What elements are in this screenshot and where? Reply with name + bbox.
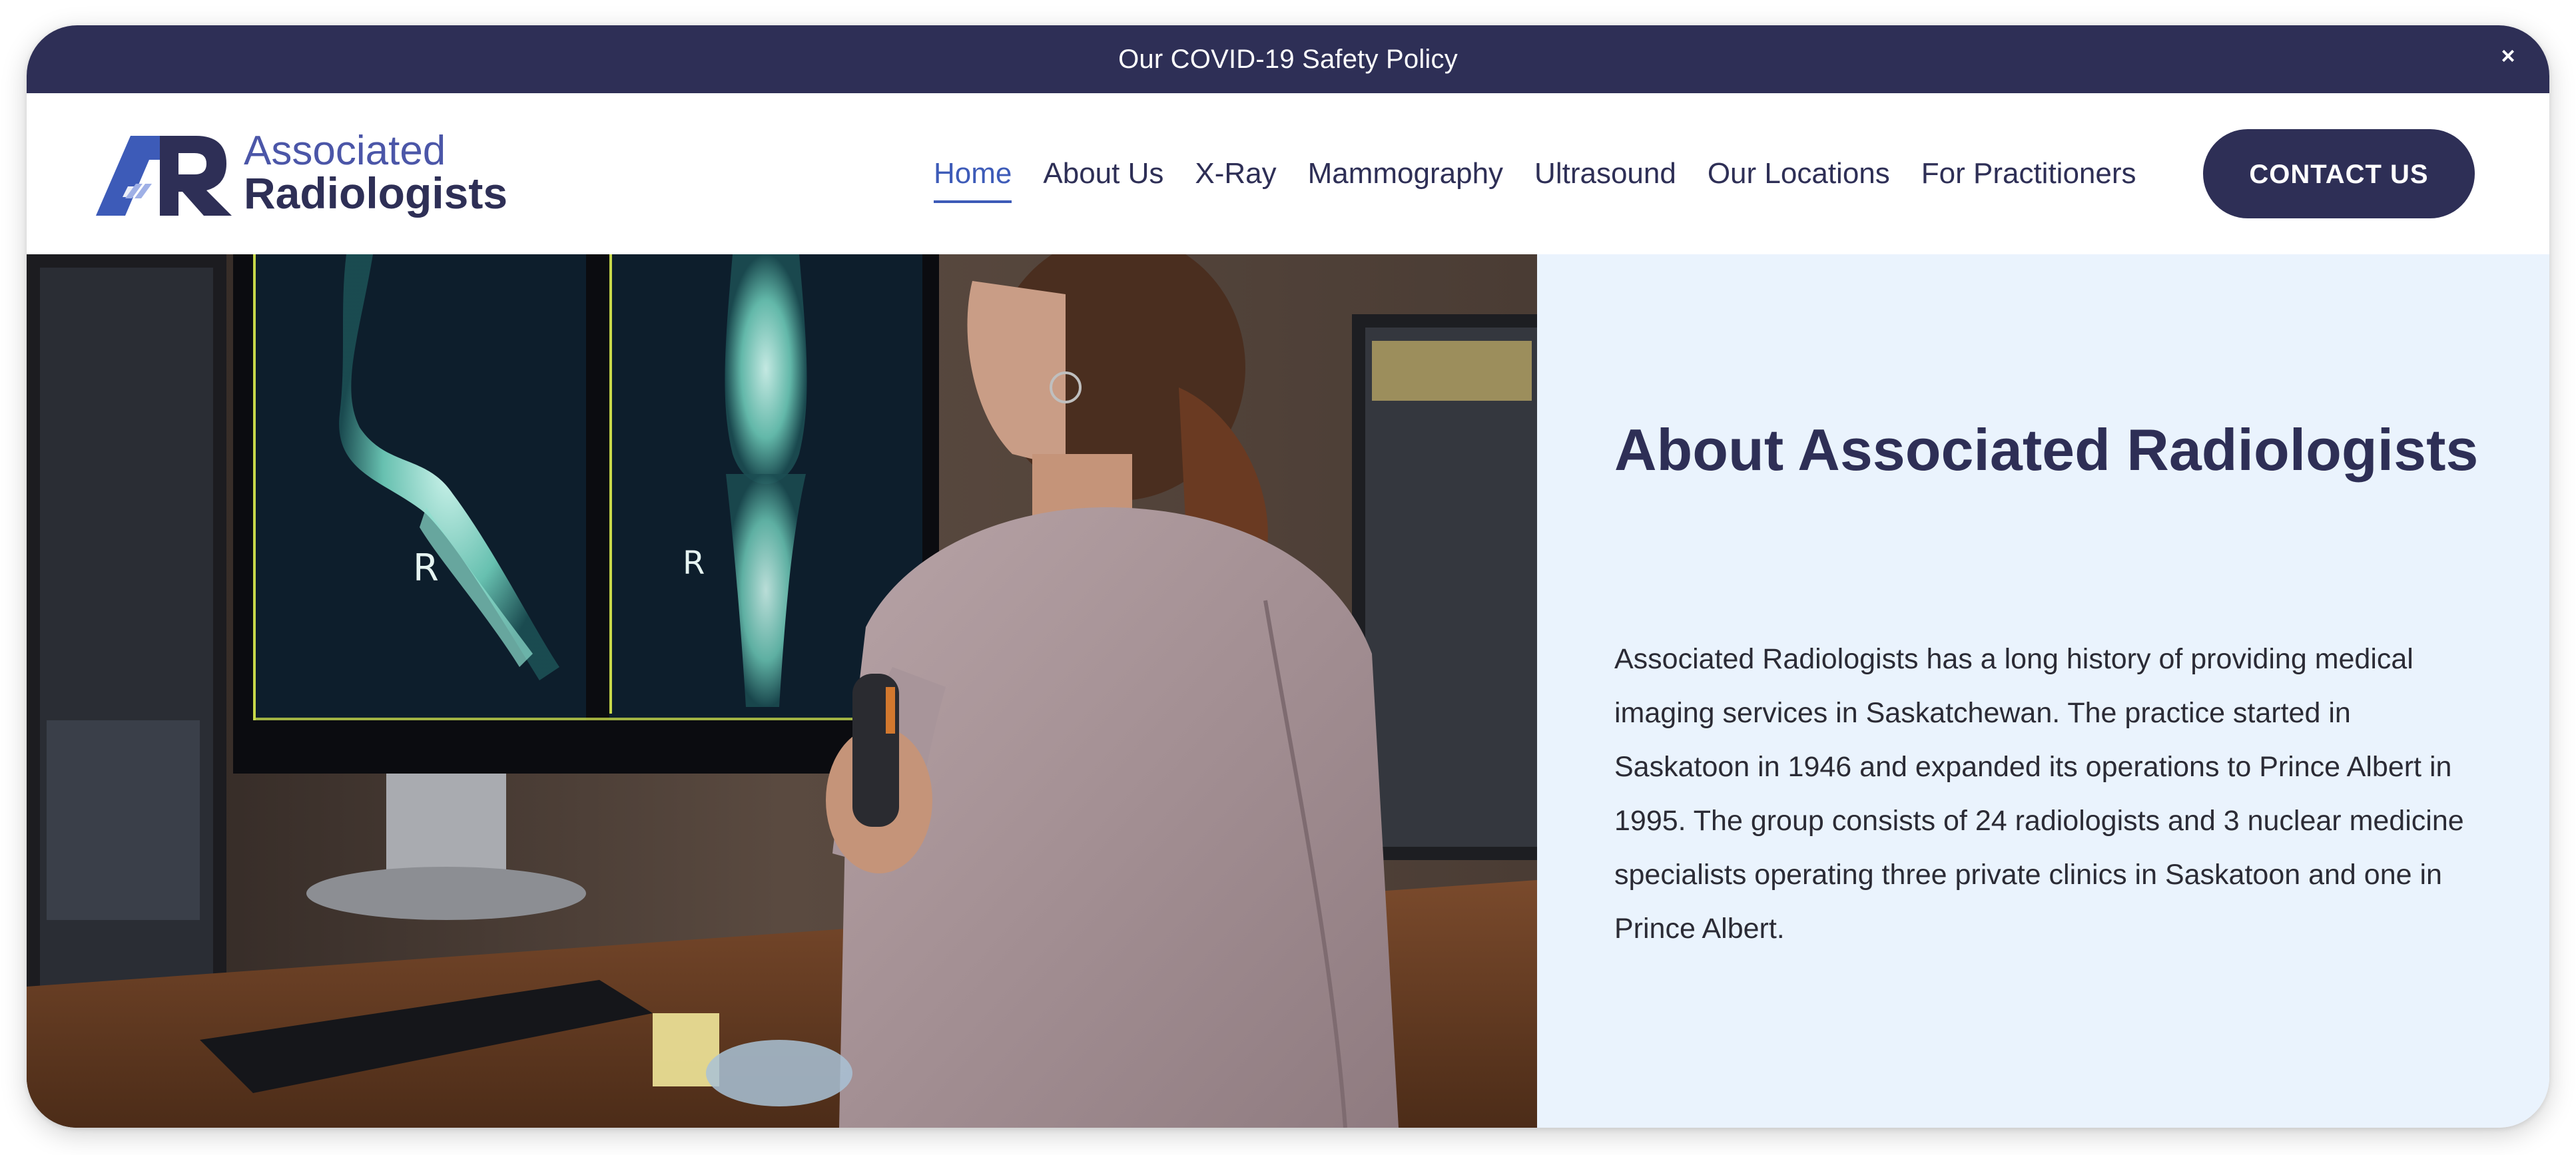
nav-x-ray[interactable]: X-Ray	[1195, 154, 1276, 194]
nav-for-practitioners[interactable]: For Practitioners	[1921, 154, 2136, 194]
logo-ar-icon	[96, 136, 232, 216]
browser-viewport: Our COVID-19 Safety Policy × Associated …	[27, 25, 2549, 1128]
about-body: Associated Radiologists has a long histo…	[1614, 643, 2464, 945]
covid-policy-link[interactable]: Our COVID-19 Safety Policy	[27, 25, 2549, 93]
main-nav: Home About Us X-Ray Mammography Ultrasou…	[934, 93, 2168, 254]
logo-text-radiologists: Radiologists	[244, 168, 508, 218]
nav-home[interactable]: Home	[934, 154, 1012, 203]
nav-about-us[interactable]: About Us	[1043, 154, 1163, 194]
close-icon[interactable]: ×	[2492, 40, 2524, 72]
nav-our-locations[interactable]: Our Locations	[1708, 154, 1890, 194]
about-title: About Associated Radiologists	[1614, 417, 2479, 483]
logo-text-associated: Associated	[244, 128, 446, 174]
contact-us-button[interactable]: CONTACT US	[2203, 129, 2475, 218]
svg-text:R: R	[683, 545, 705, 582]
svg-text:R: R	[413, 547, 439, 590]
site-logo[interactable]: Associated Radiologists	[96, 129, 522, 220]
site-header: Associated Radiologists Home About Us X-…	[27, 93, 2549, 254]
nav-mammography[interactable]: Mammography	[1308, 154, 1503, 194]
covid-banner: Our COVID-19 Safety Policy ×	[27, 25, 2549, 93]
radiologist-photo-illustration: R R	[27, 254, 1537, 1128]
about-section: About Associated Radiologists Associated…	[1537, 254, 2549, 1128]
nav-ultrasound[interactable]: Ultrasound	[1534, 154, 1676, 194]
hero-photo-radiologist: R R	[27, 254, 1537, 1128]
